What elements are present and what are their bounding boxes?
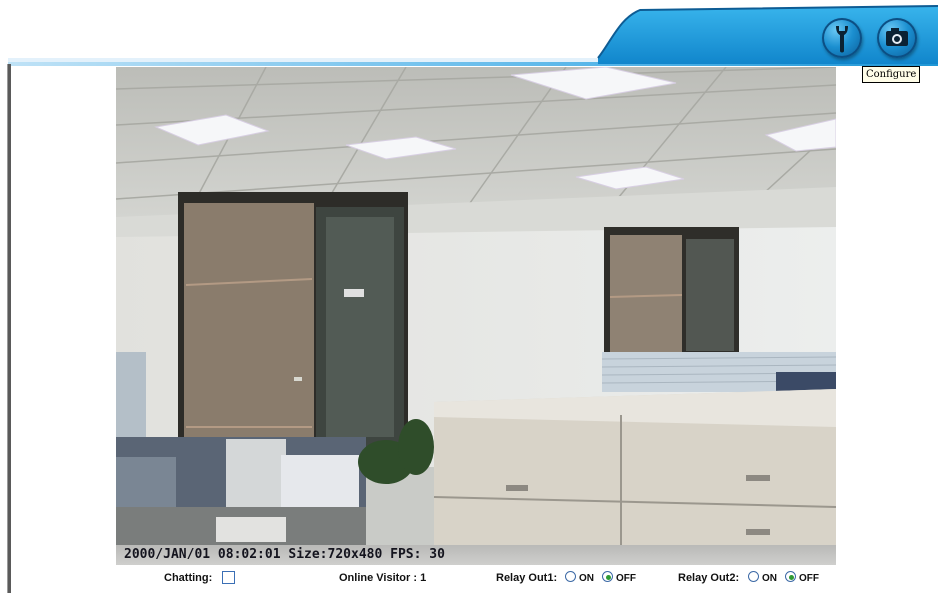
relay-out2-off-radio[interactable]: [785, 571, 796, 582]
header-banner: Configure: [0, 0, 938, 83]
configure-tools-button[interactable]: [822, 18, 862, 58]
relay-out2-on-radio[interactable]: [748, 571, 759, 582]
configure-tooltip: Configure: [862, 66, 921, 83]
chatting-label: Chatting:: [164, 572, 213, 584]
osd-date: 2000/JAN/01: [124, 547, 211, 562]
relay-out2-on-label: ON: [762, 573, 777, 584]
snapshot-camera-button[interactable]: [877, 18, 917, 58]
relay-out1-off-radio[interactable]: [602, 571, 613, 582]
camera-icon: [886, 28, 908, 46]
osd-size: Size:720x480: [288, 547, 383, 562]
relay-out1-on-radio[interactable]: [565, 571, 576, 582]
wrench-icon: [836, 26, 848, 53]
camera-video-feed[interactable]: [116, 67, 836, 547]
relay-out2-label: Relay Out2:: [678, 572, 740, 584]
osd-text: 2000/JAN/01 08:02:01 Size:720x480 FPS: 3…: [124, 547, 445, 562]
osd-fps: FPS: 30: [390, 547, 445, 562]
left-divider: [7, 64, 11, 593]
relay-out1-on-label: ON: [579, 573, 594, 584]
chatting-checkbox[interactable]: [222, 571, 235, 584]
video-frame: [116, 67, 836, 547]
relay-out2-off-label: OFF: [799, 573, 819, 584]
relay-out1-label: Relay Out1:: [496, 572, 558, 584]
online-visitor-count: Online Visitor : 1: [339, 572, 427, 584]
relay-out1-off-label: OFF: [616, 573, 636, 584]
video-osd-bar: 2000/JAN/01 08:02:01 Size:720x480 FPS: 3…: [116, 545, 836, 565]
osd-time: 08:02:01: [217, 547, 281, 562]
